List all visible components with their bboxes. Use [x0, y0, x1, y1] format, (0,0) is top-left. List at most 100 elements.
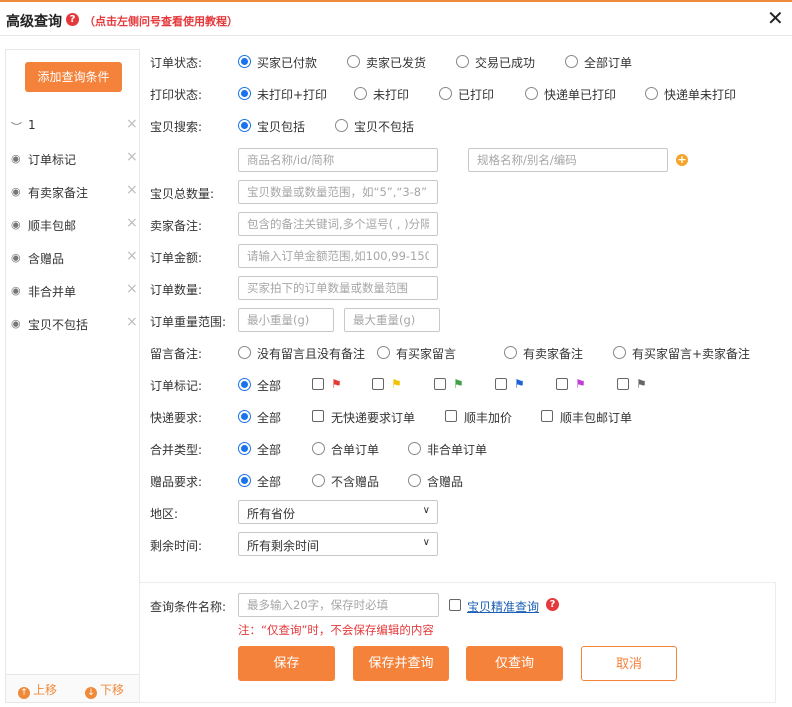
- sidebar-item-label: 顺丰包邮: [28, 219, 77, 233]
- exact-query-checkbox[interactable]: [449, 599, 461, 611]
- query-only-button[interactable]: 仅查询: [466, 646, 563, 681]
- print-status-radio-all[interactable]: [238, 87, 251, 100]
- order-status-radio-all[interactable]: [565, 55, 578, 68]
- merge-radio-merged[interactable]: [312, 442, 325, 455]
- order-flag-radio-all[interactable]: [238, 378, 251, 391]
- eye-closed-icon[interactable]: ︶: [11, 119, 22, 135]
- express-req-all-label: 全部: [257, 411, 282, 425]
- remove-icon[interactable]: ×: [126, 149, 138, 165]
- order-count-input[interactable]: [238, 276, 438, 300]
- merge-radio-all[interactable]: [238, 442, 251, 455]
- flag-checkbox-red[interactable]: [312, 378, 324, 390]
- weight-range-label: 订单重量范围:: [150, 315, 227, 329]
- sidebar-item[interactable]: ︶ 1 ×: [6, 109, 139, 142]
- add-condition-button[interactable]: 添加查询条件: [25, 62, 122, 92]
- eye-icon[interactable]: ◉: [11, 185, 21, 198]
- sidebar-item[interactable]: ◉ 订单标记 ×: [6, 142, 139, 175]
- flag-checkbox-yellow[interactable]: [372, 378, 384, 390]
- exact-query-link[interactable]: 宝贝精准查询: [467, 598, 539, 615]
- message-note-radio-both[interactable]: [613, 346, 626, 359]
- print-status-radio-printed[interactable]: [439, 87, 452, 100]
- remove-icon[interactable]: ×: [126, 281, 138, 297]
- no-express-checkbox[interactable]: [312, 410, 324, 422]
- print-status-label: 打印状态:: [150, 88, 203, 102]
- remove-icon[interactable]: ×: [126, 314, 138, 330]
- sidebar-item-label: 宝贝不包括: [28, 318, 89, 332]
- min-weight-input[interactable]: [238, 308, 334, 332]
- sidebar-item[interactable]: ◉ 含赠品 ×: [6, 241, 139, 274]
- sidebar-item[interactable]: ◉ 有卖家备注 ×: [6, 175, 139, 208]
- order-status-radio-shipped[interactable]: [347, 55, 360, 68]
- message-note-radio-buyer[interactable]: [377, 346, 390, 359]
- eye-icon[interactable]: ◉: [11, 218, 21, 231]
- spec-name-input[interactable]: [468, 148, 668, 172]
- remaining-time-value: 所有剩余时间: [247, 539, 320, 553]
- order-amount-label: 订单金额:: [150, 251, 203, 265]
- add-icon[interactable]: +: [676, 154, 688, 166]
- eye-icon[interactable]: ◉: [11, 284, 21, 297]
- eye-icon[interactable]: ◉: [11, 317, 21, 330]
- merge-radio-unmerged[interactable]: [408, 442, 421, 455]
- sidebar-item[interactable]: ◉ 顺丰包邮 ×: [6, 208, 139, 241]
- flag-checkbox-gray[interactable]: [617, 378, 629, 390]
- save-and-query-button[interactable]: 保存并查询: [353, 646, 449, 681]
- item-name-input[interactable]: [238, 148, 438, 172]
- move-up-button[interactable]: ↑ 上移: [18, 681, 57, 699]
- eye-icon[interactable]: ◉: [11, 251, 21, 264]
- max-weight-input[interactable]: [344, 308, 440, 332]
- order-status-radio-success[interactable]: [456, 55, 469, 68]
- print-status-option: 未打印+打印: [257, 88, 328, 102]
- save-button[interactable]: 保存: [238, 646, 335, 681]
- message-note-radio-seller[interactable]: [504, 346, 517, 359]
- order-amount-input[interactable]: [238, 244, 438, 268]
- help-icon[interactable]: ?: [66, 13, 79, 26]
- remove-icon[interactable]: ×: [126, 215, 138, 231]
- gift-radio-all[interactable]: [238, 474, 251, 487]
- title-bar: 高级查询 ? （点击左侧问号查看使用教程） ✕: [0, 2, 792, 36]
- move-down-button[interactable]: ↓ 下移: [85, 681, 124, 699]
- flag-checkbox-green[interactable]: [434, 378, 446, 390]
- flag-checkbox-blue[interactable]: [495, 378, 507, 390]
- print-status-radio-express-unprinted[interactable]: [645, 87, 658, 100]
- seller-note-label: 卖家备注:: [150, 219, 203, 233]
- move-up-label: 上移: [33, 683, 58, 697]
- sf-extra-checkbox[interactable]: [445, 410, 457, 422]
- region-select[interactable]: 所有省份 ∨: [238, 500, 438, 524]
- message-note-option: 有卖家备注: [523, 347, 584, 361]
- sf-free-checkbox[interactable]: [541, 410, 553, 422]
- print-status-radio-express-printed[interactable]: [525, 87, 538, 100]
- eye-icon[interactable]: ◉: [11, 152, 21, 165]
- order-status-option: 买家已付款: [257, 56, 318, 70]
- flag-checkbox-purple[interactable]: [556, 378, 568, 390]
- sidebar-item-label: 非合并单: [28, 285, 77, 299]
- express-option: 无快递要求订单: [331, 411, 416, 425]
- gift-radio-with[interactable]: [408, 474, 421, 487]
- message-note-option: 有买家留言: [396, 347, 457, 361]
- cancel-button[interactable]: 取消: [581, 646, 677, 681]
- sidebar-item[interactable]: ◉ 宝贝不包括 ×: [6, 307, 139, 340]
- sidebar-item-label: 有卖家备注: [28, 186, 89, 200]
- item-qty-input[interactable]: [238, 180, 438, 204]
- express-req-radio-all[interactable]: [238, 410, 251, 423]
- remove-icon[interactable]: ×: [126, 248, 138, 264]
- close-icon[interactable]: ✕: [767, 7, 784, 29]
- query-name-input[interactable]: [238, 593, 439, 617]
- remaining-time-select[interactable]: 所有剩余时间 ∨: [238, 532, 438, 556]
- item-exclude-radio[interactable]: [335, 119, 348, 132]
- print-status-radio-unprinted[interactable]: [354, 87, 367, 100]
- message-note-option: 没有留言且没有备注: [257, 347, 366, 361]
- seller-note-input[interactable]: [238, 212, 438, 236]
- help-icon[interactable]: ?: [546, 598, 559, 611]
- order-status-radio-paid[interactable]: [238, 55, 251, 68]
- query-name-label: 查询条件名称:: [150, 600, 227, 614]
- gift-radio-none[interactable]: [312, 474, 325, 487]
- remove-icon[interactable]: ×: [126, 182, 138, 198]
- red-flag-icon: ⚑: [331, 377, 342, 391]
- order-status-option: 全部订单: [584, 56, 633, 70]
- remove-icon[interactable]: ×: [126, 116, 138, 132]
- item-include-radio[interactable]: [238, 119, 251, 132]
- order-count-label: 订单数量:: [150, 283, 203, 297]
- message-note-radio-none[interactable]: [238, 346, 251, 359]
- order-flag-all-label: 全部: [257, 379, 282, 393]
- sidebar-item[interactable]: ◉ 非合并单 ×: [6, 274, 139, 307]
